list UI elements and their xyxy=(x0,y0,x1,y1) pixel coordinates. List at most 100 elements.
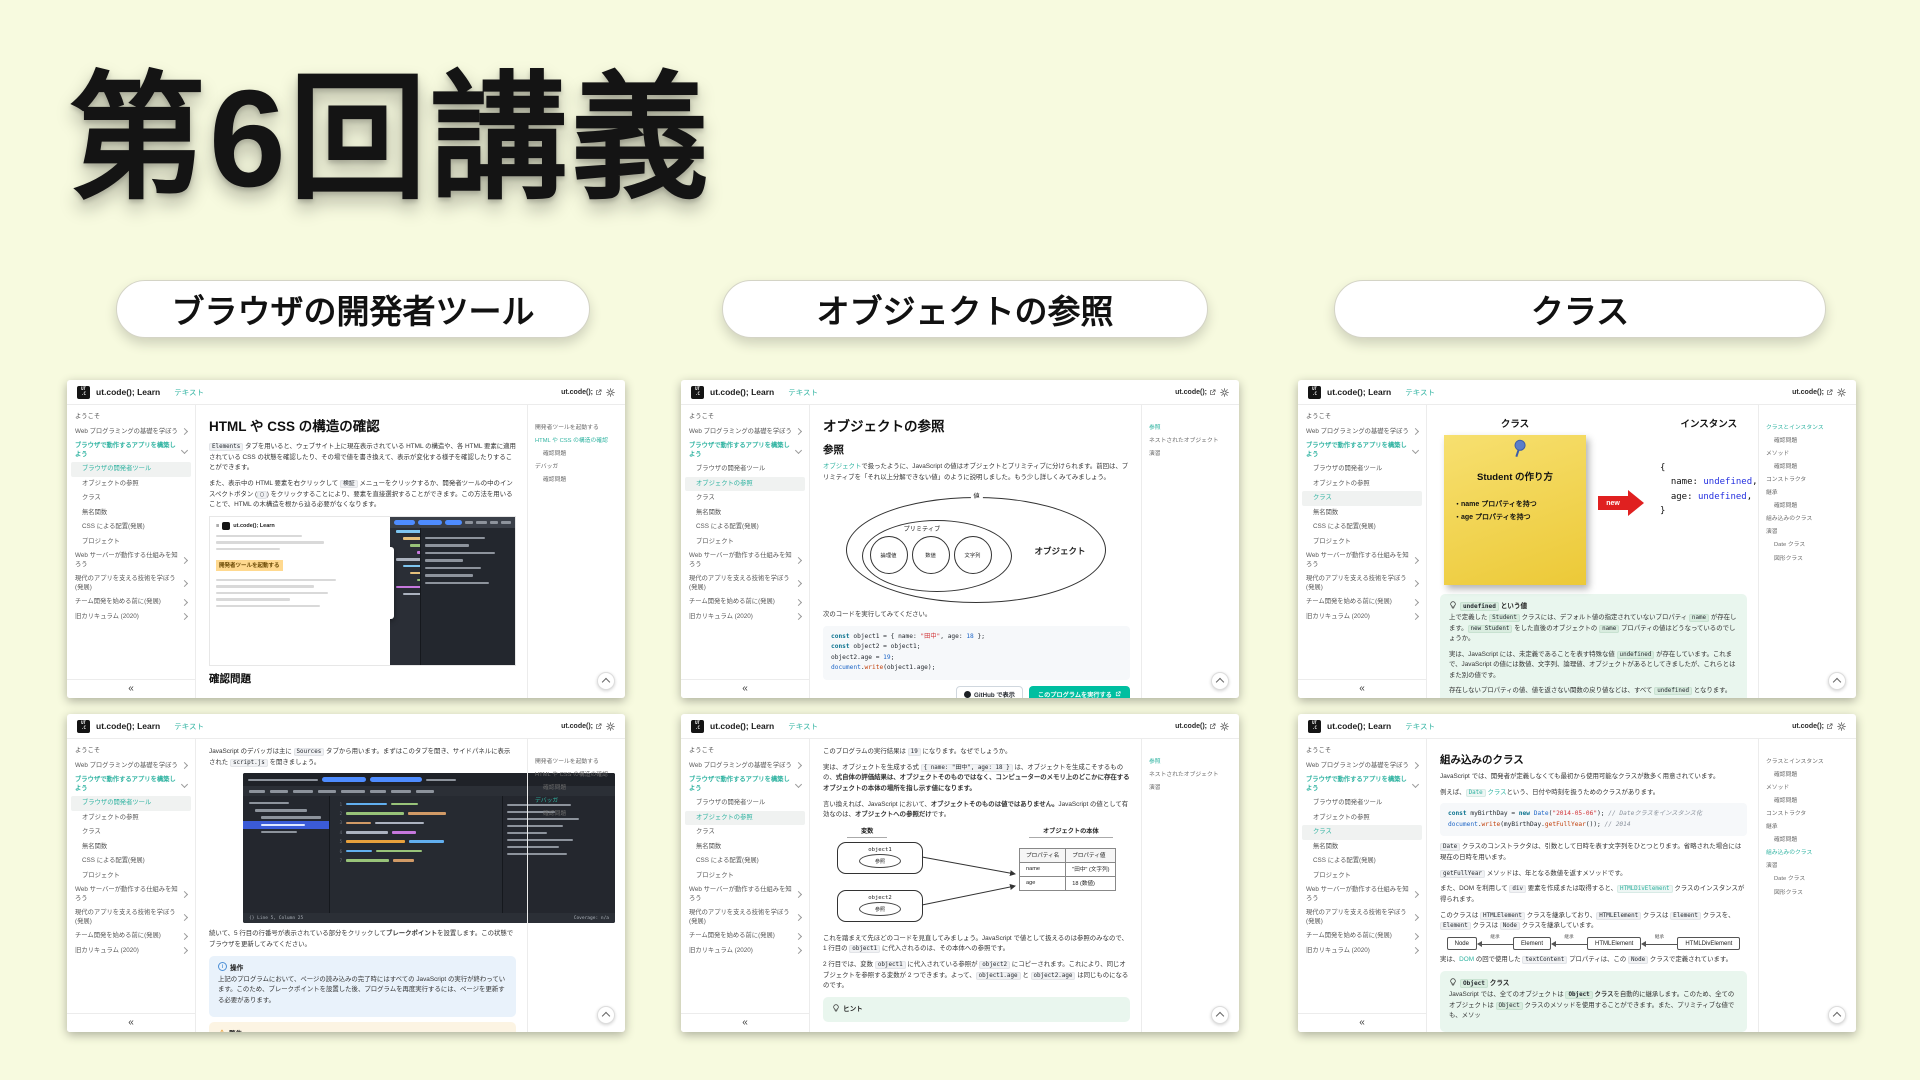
sidebar-item-現代のアプリ[interactable]: 現代のアプリを支える技術を学ぼう(発展) xyxy=(1298,572,1426,595)
toc-item[interactable]: 継承 xyxy=(1766,487,1852,500)
sidebar-item-ブラウザで動[interactable]: ブラウザで動作するアプリを構築しよう xyxy=(67,773,195,796)
toc-item[interactable]: 開発者ツールを起動する xyxy=(535,755,621,768)
theme-sun-icon[interactable] xyxy=(1220,388,1229,397)
inline-link[interactable]: Date クラス xyxy=(1466,789,1507,796)
inline-link[interactable]: HTMLDivElement xyxy=(1617,885,1673,892)
sidebar-item-プロジェクト[interactable]: プロジェクト xyxy=(67,869,195,884)
theme-sun-icon[interactable] xyxy=(606,722,615,731)
sidebar-item-無名関数[interactable]: 無名関数 xyxy=(67,840,195,855)
sidebar-item-無名関数[interactable]: 無名関数 xyxy=(1298,840,1426,855)
sidebar-item-ようこそ[interactable]: ようこそ xyxy=(67,744,195,759)
file-tree-row[interactable] xyxy=(243,807,329,814)
scroll-to-top-button[interactable] xyxy=(1828,672,1846,690)
sidebar-item-Web サー[interactable]: Web サーバーが動作する仕組みを知ろう xyxy=(1298,549,1426,572)
sidebar-item-CSS によ[interactable]: CSS による配置(発展) xyxy=(681,854,809,869)
scroll-to-top-button[interactable] xyxy=(597,672,615,690)
sidebar-item-オブジェクト[interactable]: オブジェクトの参照 xyxy=(67,811,195,826)
sidebar-item-無名関数[interactable]: 無名関数 xyxy=(681,506,809,521)
sidebar-item-プロジェクト[interactable]: プロジェクト xyxy=(681,869,809,884)
sidebar-item-オブジェクト[interactable]: オブジェクトの参照 xyxy=(685,477,805,492)
sidebar-collapse-button[interactable]: « xyxy=(67,1013,195,1032)
toc-item[interactable]: Date クラス xyxy=(1766,873,1852,886)
sidebar-item-CSS によ[interactable]: CSS による配置(発展) xyxy=(1298,854,1426,869)
sidebar-item-CSS によ[interactable]: CSS による配置(発展) xyxy=(67,520,195,535)
inline-link[interactable]: オブジェクト xyxy=(823,463,861,470)
sidebar-item-クラス[interactable]: クラス xyxy=(67,491,195,506)
nav-link-text[interactable]: テキスト xyxy=(1405,387,1435,398)
toc-item[interactable]: クラスとインスタンス xyxy=(1766,755,1852,768)
sidebar-item-旧カリキュラ[interactable]: 旧カリキュラム (2020) xyxy=(681,944,809,959)
file-tree-row[interactable] xyxy=(243,814,329,821)
toc-item[interactable]: クラスとインスタンス xyxy=(1766,421,1852,434)
sidebar-collapse-button[interactable]: « xyxy=(1298,1013,1426,1032)
scroll-to-top-button[interactable] xyxy=(1211,672,1229,690)
toc-item[interactable]: 確認問題 xyxy=(1766,794,1852,807)
sidebar-item-クラス[interactable]: クラス xyxy=(681,825,809,840)
nav-link-text[interactable]: テキスト xyxy=(788,721,818,732)
sidebar-item-チーム開発を[interactable]: チーム開発を始める前に(発展) xyxy=(681,929,809,944)
toc-item[interactable]: 確認問題 xyxy=(535,807,621,820)
theme-sun-icon[interactable] xyxy=(1220,722,1229,731)
nav-link-text[interactable]: テキスト xyxy=(1405,721,1435,732)
sidebar-item-Web プロ[interactable]: Web プログラミングの基礎を学ぼう xyxy=(1298,425,1426,440)
external-site-link[interactable]: ut.code(); xyxy=(561,389,602,396)
sidebar-item-チーム開発を[interactable]: チーム開発を始める前に(発展) xyxy=(1298,595,1426,610)
toc-item[interactable]: 参照 xyxy=(1149,755,1235,768)
scroll-to-top-button[interactable] xyxy=(1828,1006,1846,1024)
toc-item[interactable]: HTML や CSS の構造の確認 xyxy=(535,768,621,781)
sidebar-item-旧カリキュラ[interactable]: 旧カリキュラム (2020) xyxy=(67,944,195,959)
sidebar-item-現代のアプリ[interactable]: 現代のアプリを支える技術を学ぼう(発展) xyxy=(681,906,809,929)
toc-item[interactable]: 図形クラス xyxy=(1766,552,1852,565)
sidebar-item-旧カリキュラ[interactable]: 旧カリキュラム (2020) xyxy=(67,610,195,625)
nav-link-text[interactable]: テキスト xyxy=(788,387,818,398)
sidebar-item-オブジェクト[interactable]: オブジェクトの参照 xyxy=(67,477,195,492)
scroll-to-top-button[interactable] xyxy=(1211,1006,1229,1024)
sidebar-item-ようこそ[interactable]: ようこそ xyxy=(1298,744,1426,759)
theme-sun-icon[interactable] xyxy=(1837,722,1846,731)
sidebar-item-クラス[interactable]: クラス xyxy=(681,491,809,506)
scroll-to-top-button[interactable] xyxy=(597,1006,615,1024)
toc-item[interactable]: HTML や CSS の構造の確認 xyxy=(535,434,621,447)
toc-item[interactable]: 演習 xyxy=(1766,860,1852,873)
toc-item[interactable]: 確認問題 xyxy=(1766,834,1852,847)
sidebar-item-CSS によ[interactable]: CSS による配置(発展) xyxy=(67,854,195,869)
sidebar-item-Web サー[interactable]: Web サーバーが動作する仕組みを知ろう xyxy=(681,549,809,572)
github-button[interactable]: GitHub で表示 xyxy=(956,686,1023,698)
sidebar-item-ブラウザの開[interactable]: ブラウザの開発者ツール xyxy=(1298,462,1426,477)
sidebar-item-Web プロ[interactable]: Web プログラミングの基礎を学ぼう xyxy=(67,759,195,774)
sidebar-item-旧カリキュラ[interactable]: 旧カリキュラム (2020) xyxy=(1298,610,1426,625)
sidebar-item-旧カリキュラ[interactable]: 旧カリキュラム (2020) xyxy=(681,610,809,625)
sidebar-item-プロジェクト[interactable]: プロジェクト xyxy=(1298,869,1426,884)
sidebar-item-Web サー[interactable]: Web サーバーが動作する仕組みを知ろう xyxy=(67,883,195,906)
toc-item[interactable]: 確認問題 xyxy=(535,447,621,460)
sidebar-item-チーム開発を[interactable]: チーム開発を始める前に(発展) xyxy=(67,595,195,610)
file-tree-row[interactable] xyxy=(243,829,329,836)
sidebar-item-現代のアプリ[interactable]: 現代のアプリを支える技術を学ぼう(発展) xyxy=(681,572,809,595)
inline-link[interactable]: DOM xyxy=(1459,956,1474,963)
toc-item[interactable]: コンストラクタ xyxy=(1766,473,1852,486)
sidebar-item-Web サー[interactable]: Web サーバーが動作する仕組みを知ろう xyxy=(67,549,195,572)
sidebar-item-クラス[interactable]: クラス xyxy=(1302,491,1422,506)
external-site-link[interactable]: ut.code(); xyxy=(1792,723,1833,730)
toc-item[interactable]: ネストされたオブジェクト xyxy=(1149,768,1235,781)
toc-item[interactable]: 参照 xyxy=(1149,421,1235,434)
sidebar-item-ブラウザの開[interactable]: ブラウザの開発者ツール xyxy=(1298,796,1426,811)
sidebar-item-Web プロ[interactable]: Web プログラミングの基礎を学ぼう xyxy=(681,425,809,440)
toc-item[interactable]: コンストラクタ xyxy=(1766,807,1852,820)
toc-item[interactable]: 演習 xyxy=(1149,781,1235,794)
sidebar-item-ブラウザの開[interactable]: ブラウザの開発者ツール xyxy=(681,796,809,811)
sidebar-item-ブラウザで動[interactable]: ブラウザで動作するアプリを構築しよう xyxy=(67,439,195,462)
sidebar-collapse-button[interactable]: « xyxy=(681,1013,809,1032)
toc-item[interactable]: 継承 xyxy=(1766,821,1852,834)
toc-item[interactable]: 組み込みのクラス xyxy=(1766,847,1852,860)
sidebar-item-現代のアプリ[interactable]: 現代のアプリを支える技術を学ぼう(発展) xyxy=(1298,906,1426,929)
sidebar-item-Web プロ[interactable]: Web プログラミングの基礎を学ぼう xyxy=(67,425,195,440)
sidebar-item-現代のアプリ[interactable]: 現代のアプリを支える技術を学ぼう(発展) xyxy=(67,572,195,595)
toc-item[interactable]: 演習 xyxy=(1766,526,1852,539)
sidebar-item-無名関数[interactable]: 無名関数 xyxy=(681,840,809,855)
sidebar-item-無名関数[interactable]: 無名関数 xyxy=(67,506,195,521)
sidebar-item-ブラウザで動[interactable]: ブラウザで動作するアプリを構築しよう xyxy=(1298,439,1426,462)
toc-item[interactable]: 確認問題 xyxy=(1766,768,1852,781)
sidebar-collapse-button[interactable]: « xyxy=(1298,679,1426,698)
sidebar-item-ようこそ[interactable]: ようこそ xyxy=(681,410,809,425)
